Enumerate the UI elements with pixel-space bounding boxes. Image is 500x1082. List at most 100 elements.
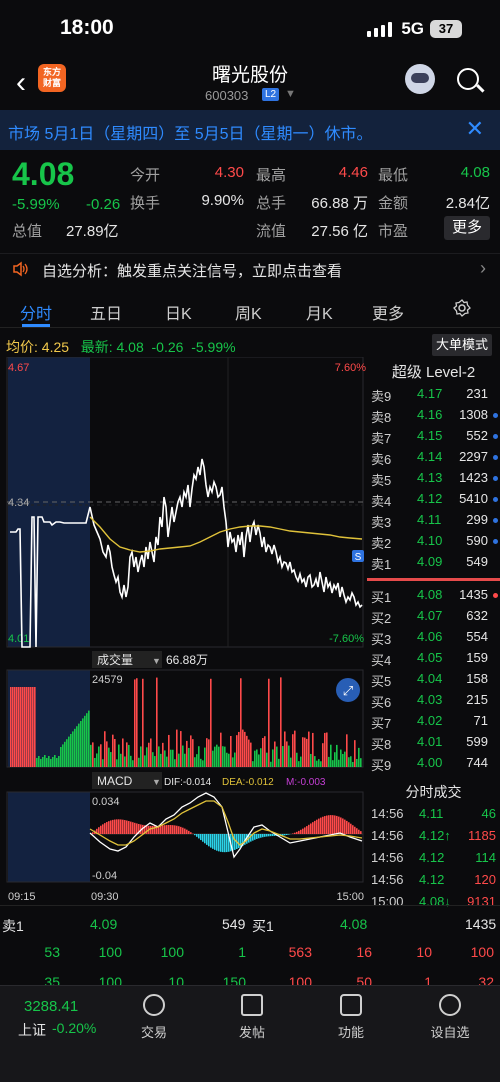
analysis-bar[interactable]: 自选分析：触发重点关注信号，立即点击查看 › (0, 253, 500, 285)
volume-bar (174, 759, 176, 767)
bid-row[interactable]: 买9 4.00 744 (367, 755, 500, 776)
volume-bar (60, 747, 62, 767)
ask-row[interactable]: 卖3 4.11 299 (367, 512, 500, 533)
tab-post[interactable]: 发帖 (222, 994, 282, 1041)
ask-row[interactable]: 卖6 4.14 2297 (367, 449, 500, 470)
assistant-robot-icon[interactable] (405, 64, 435, 94)
macd-bar (356, 828, 358, 834)
bb-sell-label: 卖1 (2, 918, 24, 934)
macd-bar (170, 825, 172, 834)
volume-bar (76, 726, 78, 767)
volume-bar (248, 739, 250, 767)
search-icon[interactable] (457, 68, 479, 90)
index-name[interactable]: 上证 (18, 1020, 46, 1040)
trades-title[interactable]: 分时成交 (367, 782, 500, 802)
avg-price-row: 均价: 4.25 最新: 4.08 -0.26 -5.99% (6, 337, 236, 357)
ask-row[interactable]: 卖9 4.17 231 (367, 386, 500, 407)
bid-row[interactable]: 买5 4.04 158 (367, 671, 500, 692)
volume-max: 24579 (92, 674, 123, 686)
volume-bar (294, 730, 296, 767)
volume-bar (162, 742, 164, 767)
volume-bar (170, 749, 172, 767)
volume-bar (318, 759, 320, 767)
volume-bar (84, 715, 86, 767)
tab-five-day[interactable]: 五日 (90, 300, 122, 324)
tab-daily-k[interactable]: 日K (165, 300, 192, 324)
macd-bar (218, 834, 220, 852)
volume-bar (18, 687, 20, 767)
volume-bar (228, 753, 230, 767)
volume-bar (48, 756, 50, 767)
ask-row[interactable]: 卖1 4.09 549 (367, 554, 500, 575)
ask-row[interactable]: 卖5 4.13 1423 (367, 470, 500, 491)
ask-row[interactable]: 卖2 4.10 590 (367, 533, 500, 554)
battery-icon: 37 (430, 20, 462, 38)
bid-price: 4.07 (417, 608, 443, 623)
bid-row[interactable]: 买7 4.02 71 (367, 713, 500, 734)
settings-icon[interactable] (452, 298, 472, 323)
macd-bar (350, 823, 352, 834)
bid-volume: 159 (466, 650, 488, 665)
volume-bar (348, 757, 350, 767)
volume-bar (56, 758, 58, 767)
tab-function[interactable]: 功能 (321, 994, 381, 1041)
volume-bar (66, 739, 68, 767)
bid-row[interactable]: 买8 4.01 599 (367, 734, 500, 755)
volume-bar (116, 759, 118, 767)
volume-bar (278, 758, 280, 767)
volume-bar (216, 744, 218, 767)
volume-bar (108, 747, 110, 767)
volume-bar (68, 736, 70, 767)
ask-price: 4.14 (417, 449, 443, 464)
macd-bar (258, 834, 260, 839)
macd-bar (184, 828, 186, 834)
macd-bar (202, 834, 204, 842)
bid-row[interactable]: 买3 4.06 554 (367, 629, 500, 650)
tab-more[interactable]: 更多 (372, 300, 404, 324)
bid-row[interactable]: 买2 4.07 632 (367, 608, 500, 629)
bid-volume: 1435 (459, 587, 488, 602)
bid-level: 买7 (371, 716, 392, 731)
macd-bar (188, 830, 190, 834)
bid-row[interactable]: 买4 4.05 159 (367, 650, 500, 671)
volume-bar (328, 756, 330, 767)
ask-row[interactable]: 卖7 4.15 552 (367, 428, 500, 449)
order-dot-icon (493, 497, 498, 502)
volume-bar (312, 732, 314, 767)
svg-text:⤢: ⤢ (343, 683, 353, 698)
tab-trade[interactable]: 交易 (124, 994, 184, 1041)
volume-bar (42, 757, 44, 767)
volume-bar (176, 729, 178, 767)
macd-bar (106, 822, 108, 834)
current-price: 4.08 (12, 156, 75, 192)
macd-bar (164, 825, 166, 834)
tab-monthly-k[interactable]: 月K (306, 300, 333, 324)
macd-bar (262, 834, 264, 838)
tab-weekly-k[interactable]: 周K (235, 300, 262, 324)
macd-bar (190, 832, 192, 834)
volume-bar (70, 734, 72, 767)
bid-price: 4.08 (417, 587, 443, 602)
tab-intraday[interactable]: 分时 (20, 300, 52, 324)
index-value[interactable]: 3288.41 (24, 998, 78, 1015)
more-button[interactable]: 更多 (444, 216, 490, 240)
volume-bar (52, 757, 54, 767)
ref-price-label: 4.34 (8, 497, 29, 509)
macd-bar (110, 820, 112, 834)
ask-row[interactable]: 卖8 4.16 1308 (367, 407, 500, 428)
trade-price: 4.11 (419, 806, 444, 821)
trade-row: 14:56 4.12↑ 1185 (371, 828, 500, 849)
volume-bar (14, 687, 16, 767)
ask-level: 卖2 (371, 536, 392, 551)
intraday-chart[interactable]: 4.67 7.60% 4.34 4.01 -7.60% S 成交量 ▼ 66.8… (0, 356, 370, 905)
tab-watchlist[interactable]: 设自选 (420, 994, 480, 1041)
close-icon[interactable]: ✕ (466, 116, 484, 142)
bid-row[interactable]: 买1 4.08 1435 (367, 587, 500, 608)
chevron-down-icon[interactable]: ▼ (285, 88, 296, 100)
index-change[interactable]: -0.20% (52, 1020, 96, 1036)
bb-buy-vol: 1435 (465, 916, 497, 932)
big-order-mode-button[interactable]: 大单模式 (432, 334, 492, 356)
bid-row[interactable]: 买6 4.03 215 (367, 692, 500, 713)
volume-bar (38, 756, 40, 767)
ask-row[interactable]: 卖4 4.12 5410 (367, 491, 500, 512)
